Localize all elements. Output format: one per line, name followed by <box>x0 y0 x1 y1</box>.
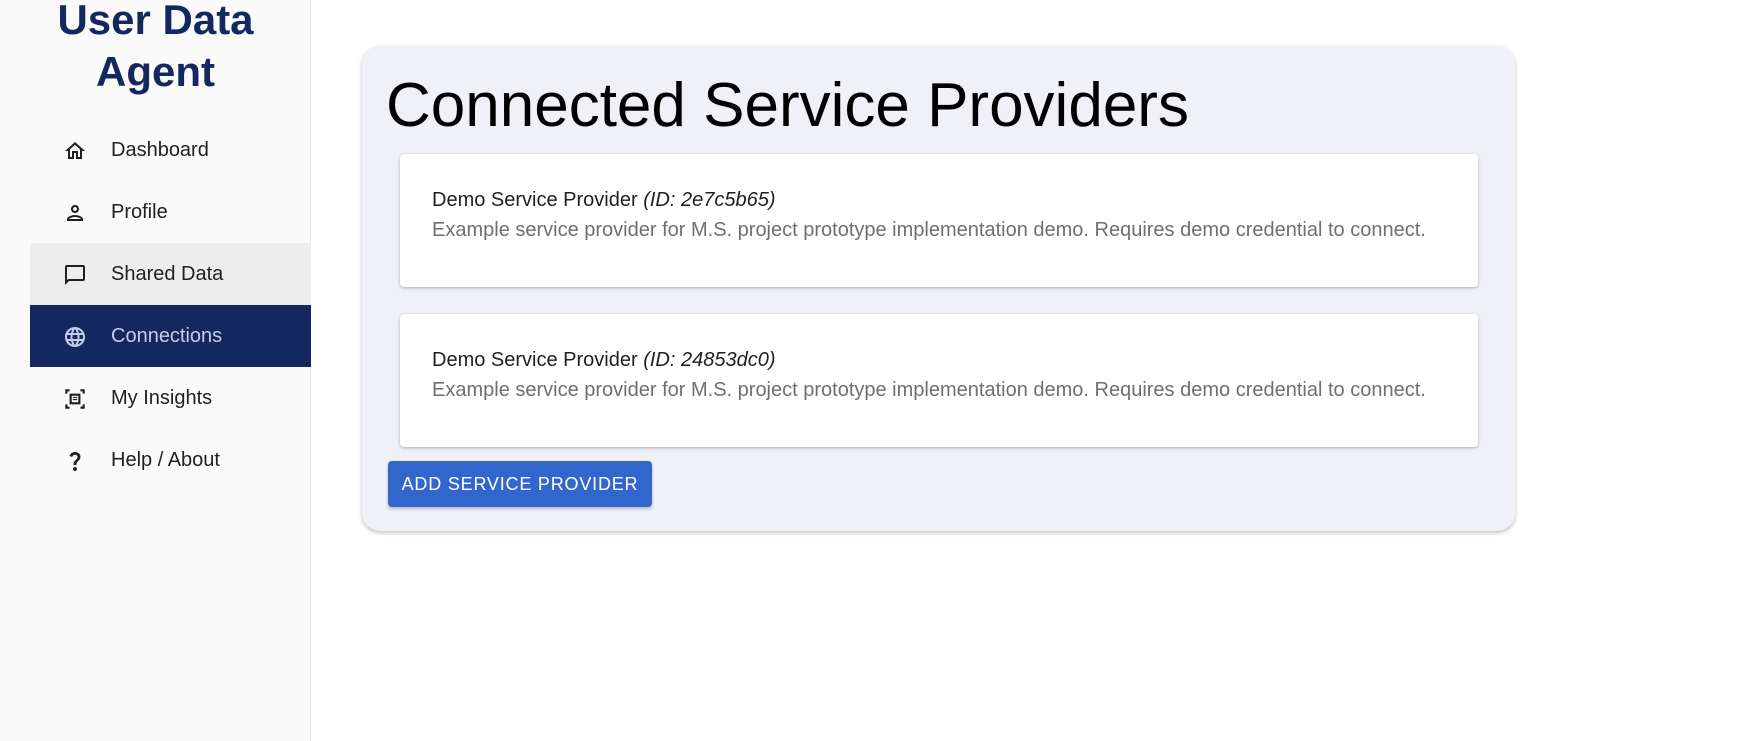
add-service-provider-button[interactable]: ADD SERVICE PROVIDER <box>388 461 652 507</box>
provider-title: Demo Service Provider (ID: 24853dc0) <box>432 349 775 372</box>
app-title: User Data Agent <box>0 0 311 98</box>
provider-description: Example service provider for M.S. projec… <box>432 379 1426 401</box>
sidebar-nav: Dashboard Profile Shared Data Connection… <box>30 119 311 491</box>
help-icon <box>62 448 88 474</box>
home-icon <box>62 138 88 164</box>
sidebar-item-help-about[interactable]: Help / About <box>30 429 311 491</box>
provider-name: Demo Service Provider <box>432 349 638 371</box>
sidebar-item-label: Help / About <box>111 448 220 471</box>
provider-title: Demo Service Provider (ID: 2e7c5b65) <box>432 189 775 212</box>
person-icon <box>62 200 88 226</box>
sidebar: User Data Agent Dashboard Profile Shared… <box>0 0 311 741</box>
globe-icon <box>62 324 88 350</box>
sidebar-item-shared-data[interactable]: Shared Data <box>30 243 311 305</box>
sidebar-item-label: My Insights <box>111 386 213 409</box>
sidebar-item-dashboard[interactable]: Dashboard <box>30 119 311 181</box>
document-scan-icon <box>62 386 88 412</box>
sidebar-item-label: Shared Data <box>111 262 224 285</box>
sidebar-item-label: Profile <box>111 200 168 223</box>
sidebar-item-label: Dashboard <box>111 138 209 161</box>
provider-id: (ID: 2e7c5b65) <box>643 189 776 211</box>
provider-id: (ID: 24853dc0) <box>643 349 776 371</box>
chat-icon <box>62 262 88 288</box>
sidebar-item-connections[interactable]: Connections <box>30 305 311 367</box>
provider-name: Demo Service Provider <box>432 189 638 211</box>
page-title: Connected Service Providers <box>386 71 1189 140</box>
sidebar-item-label: Connections <box>111 324 223 347</box>
provider-description: Example service provider for M.S. projec… <box>432 219 1426 241</box>
app-title-text: User Data Agent <box>57 0 254 95</box>
connections-panel: Connected Service Providers Demo Service… <box>362 46 1515 531</box>
sidebar-item-profile[interactable]: Profile <box>30 181 311 243</box>
sidebar-item-my-insights[interactable]: My Insights <box>30 367 311 429</box>
provider-card[interactable]: Demo Service Provider (ID: 2e7c5b65) Exa… <box>400 154 1478 287</box>
provider-card[interactable]: Demo Service Provider (ID: 24853dc0) Exa… <box>400 314 1478 447</box>
